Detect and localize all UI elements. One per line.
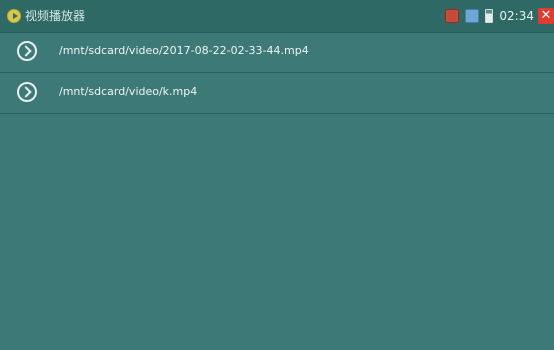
battery-icon <box>485 9 494 23</box>
file-row[interactable]: /mnt/sdcard/video/2017-08-22-02-33-44.mp… <box>0 32 554 73</box>
file-path: /mnt/sdcard/video/2017-08-22-02-33-44.mp… <box>59 44 309 57</box>
file-list: /mnt/sdcard/video/2017-08-22-02-33-44.mp… <box>0 32 554 114</box>
clock: 02:34 <box>499 9 534 23</box>
play-arrow-icon[interactable] <box>17 82 37 102</box>
title-bar: 视频播放器 02:34 ✕ <box>0 0 554 33</box>
recording-icon <box>445 9 460 23</box>
file-path: /mnt/sdcard/video/k.mp4 <box>59 85 198 98</box>
video-player-screen: 视频播放器 02:34 ✕ /mnt/sdcard/video/2017-08-… <box>0 0 554 350</box>
video-player-app-icon <box>7 9 21 23</box>
play-arrow-icon[interactable] <box>17 41 37 61</box>
file-row[interactable]: /mnt/sdcard/video/k.mp4 <box>0 73 554 114</box>
network-icon <box>465 9 480 23</box>
close-button[interactable]: ✕ <box>538 8 554 24</box>
status-area: 02:34 ✕ <box>439 0 554 32</box>
app-title: 视频播放器 <box>25 9 86 23</box>
